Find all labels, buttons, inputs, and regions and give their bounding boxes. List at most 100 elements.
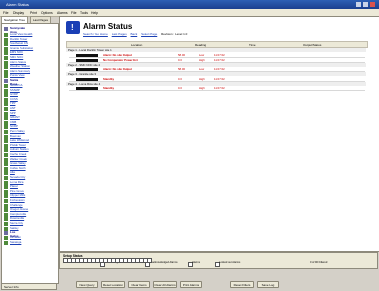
menu-item[interactable]: File [3,11,8,15]
site-status-icon [4,120,8,125]
sidebar-item-label: PG&E Tower [10,142,26,147]
sidebar-item-label: Oregon House [10,207,29,212]
menu-item[interactable]: Tools [80,11,88,15]
sidebar-item-label: SMC NOC [10,55,24,59]
sidebar-item-label: Sierra City [10,221,24,225]
sidebar-item-label: NCRP [10,124,18,129]
button-bar: New Query Reset Location Clear Items Cle… [59,281,378,290]
site-status-icon [4,97,8,102]
sidebar-item-label: Granite Substation [10,45,34,50]
site-status-icon [4,226,8,231]
site-status-icon [4,134,8,139]
site-status-icon [4,65,8,70]
site-status-icon [4,102,8,107]
search-home-link[interactable]: Search / Go Home [83,32,108,36]
sidebar-item-label: Downieville [10,216,25,221]
alarms-label: Alarms [192,261,201,264]
sidebar-item-label: Forbestown [10,198,25,202]
folder-icon [4,27,8,31]
site-status-icon [4,56,8,60]
sidebar-item-label: Bowman [10,133,21,138]
locked-out-label: Locked out Alarms [219,261,241,264]
minimize-icon[interactable] [356,2,361,7]
column-header-reading[interactable]: Reading [195,43,206,47]
site-status-icon [4,143,8,148]
site-status-icon [4,93,8,98]
site-status-icon [4,240,8,245]
clear-all-alarms-button[interactable]: Clear All Alarms [153,281,177,288]
alarm-icon [66,21,80,34]
sidebar-item-label: SSSMP [10,87,20,92]
sidebar-item-label: Pine Grove [10,188,24,193]
page-title: Alarm Status [83,22,133,31]
menu-item[interactable]: Display [13,11,24,15]
sidebar-item-label: Sattley [10,225,19,230]
sidebar-item-label: Camptonville [10,211,27,216]
sidebar-item-label: Grass Valley [10,161,26,166]
tab-last-pages[interactable]: Last Pages [30,16,52,23]
site-status-icon [4,157,8,162]
column-header-status[interactable]: Output/Status [303,43,321,47]
site-status-icon [4,189,8,194]
sidebar-item-label: Alarm Summary [10,68,31,73]
site-status-icon [4,42,8,47]
title-bar: Alarm Status [0,0,379,9]
close-icon[interactable] [370,2,375,7]
alarm-group-header[interactable]: Page 2 - SMC NOC site 2 [66,62,366,67]
revision-text: Revision : Level 1.0 [161,32,188,36]
alarm-group-header[interactable]: Page 3 - Granite site 3 [66,72,366,76]
server-info-label: Server Info [4,285,19,289]
sidebar-item-label: Alta [10,170,15,175]
unacknowledged-label: Unacknowledged Alarms [149,261,178,264]
print-alarms-button[interactable]: Print Alarms [180,281,202,288]
maximize-icon[interactable] [363,2,368,7]
menu-item[interactable]: File [71,11,76,15]
back-link[interactable]: Back [131,32,138,36]
clear-items-button[interactable]: Clear Items [128,281,150,288]
reset-location-button[interactable]: Reset Location [101,281,125,288]
site-status-icon [4,185,8,190]
sidebar-item-label: Weather Station [10,64,31,69]
window-title: Alarm Status [6,2,29,7]
site-status-icon [4,176,8,180]
sidebar-item-label: Placer [10,184,18,189]
sidebar-item-label: TPP [10,101,16,106]
setup-status-panel: Setup Status Acknowledged Alarms Unackno… [59,252,378,269]
site-status-icon [4,212,8,217]
tab-navigation-tree[interactable]: Navigation Tree [1,16,29,23]
menu-item[interactable]: Options [41,11,53,15]
column-header-time[interactable]: Time [249,43,256,47]
row-divider [69,90,365,91]
sidebar-item-label: Loma Rica [10,179,24,184]
column-header-row: Location Reading Time Output/Status [66,41,368,48]
menu-item[interactable]: Help [91,11,98,15]
column-header-location[interactable]: Location [131,43,142,47]
reset-filters-button[interactable]: Reset Filters [230,281,254,288]
sidebar-item-label: Auburn Station [10,147,29,152]
sidebar-item-label: Rocklin Tower [10,36,28,41]
alarm-group-header[interactable]: Page 4 - Loma Rica site 4 [66,81,366,86]
menu-item[interactable]: Alarms [57,11,68,15]
sidebar-item-label: Penn Valley [10,129,25,133]
site-status-icon [4,180,8,185]
site-status-icon [4,125,8,130]
folder-icon [4,79,8,83]
select-page-link[interactable]: Select Page [141,32,157,36]
save-log-button[interactable]: Save Log [257,281,279,288]
site-status-icon [4,88,8,93]
site-status-icon [4,166,8,171]
site-status-icon [4,194,8,199]
filter-checkbox[interactable] [147,258,152,263]
site-status-icon [4,107,8,111]
table-row[interactable]: Standby 0.0 High 11:07:02 [66,86,366,91]
sidebar-item-label: Southwest CN [10,41,28,46]
menu-item[interactable]: Print [30,11,37,15]
sidebar-footer: Server Info [1,283,57,290]
site-status-icon [4,208,8,213]
site-status-icon [4,171,8,176]
sidebar-item-label: Alarm Status [10,59,27,64]
new-query-button[interactable]: New Query [76,281,98,288]
last-pages-link[interactable]: Last Pages [112,32,127,36]
sidebar-item-label: SPP [10,110,16,115]
alarm-group-header[interactable]: Page 1 - Local Rocklin Tower site 1 [66,48,366,52]
